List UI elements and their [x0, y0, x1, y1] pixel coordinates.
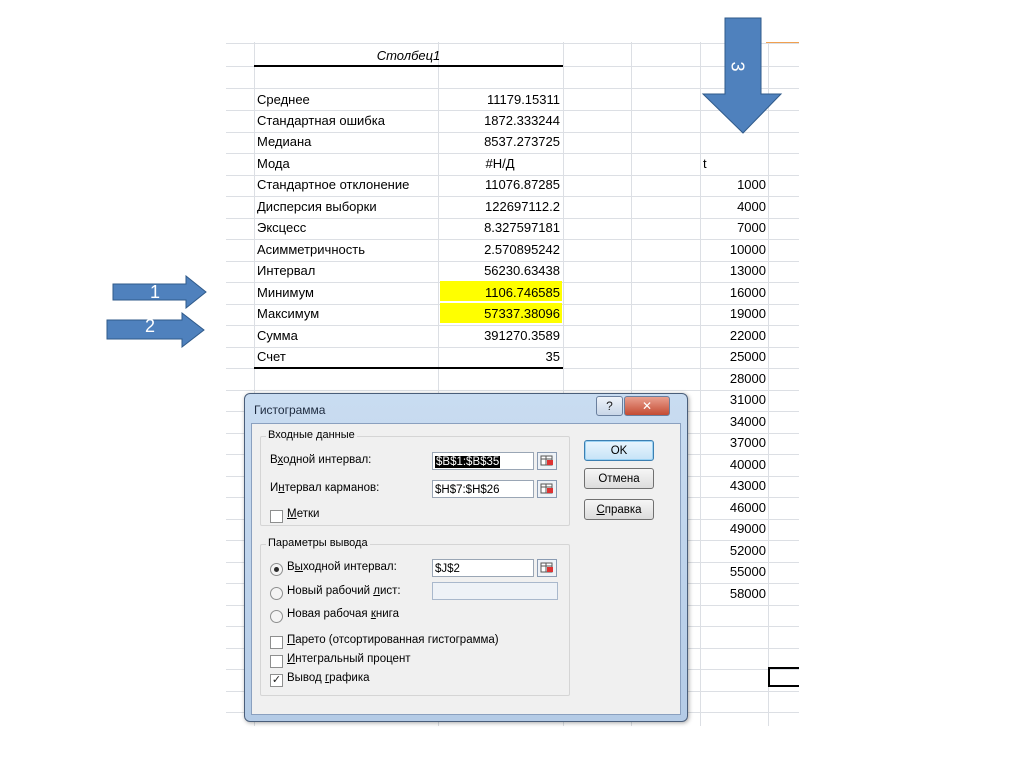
stat-value-min[interactable]: 1106.746585	[440, 282, 560, 303]
bin-cell[interactable]: 10000	[700, 239, 766, 260]
stat-label-mean[interactable]: Среднее	[257, 89, 310, 110]
bin-cell[interactable]: 7000	[700, 217, 766, 238]
bin-range-picker-icon[interactable]	[537, 480, 557, 498]
stat-value-range[interactable]: 56230.63438	[440, 260, 560, 281]
cumulative-label: Интегральный процент	[287, 653, 411, 665]
arrow-2-icon	[106, 312, 205, 348]
bin-cell[interactable]: 22000	[700, 325, 766, 346]
stat-label-stderr[interactable]: Стандартная ошибка	[257, 110, 385, 131]
cumulative-checkbox[interactable]	[270, 655, 283, 668]
dialog-body: Входные данные Входной интервал: $B$1:$B…	[251, 423, 681, 715]
labels-checkbox[interactable]	[270, 510, 283, 523]
stat-value-skewness[interactable]: 2.570895242	[440, 239, 560, 260]
stat-value-median[interactable]: 8537.273725	[440, 131, 560, 152]
column-header-cell[interactable]: Столбец1	[254, 45, 563, 66]
input-range-label: Входной интервал:	[270, 454, 372, 466]
dialog-title: Гистограмма	[254, 403, 326, 417]
stat-label-sum[interactable]: Сумма	[257, 325, 298, 346]
stat-value-max[interactable]: 57337.38096	[440, 303, 560, 324]
bin-cell[interactable]: 52000	[700, 540, 766, 561]
input-range-picker-icon[interactable]	[537, 452, 557, 470]
stat-value-kurtosis[interactable]: 8.327597181	[440, 217, 560, 238]
arrow-3-label: 3	[727, 61, 748, 72]
stat-value-stderr[interactable]: 1872.333244	[440, 110, 560, 131]
gridline	[768, 42, 769, 726]
close-button[interactable]: ✕	[624, 396, 670, 416]
bin-range-field[interactable]: $H$7:$H$26	[432, 480, 534, 498]
bin-cell[interactable]: 16000	[700, 282, 766, 303]
bin-cell[interactable]: 55000	[700, 561, 766, 582]
output-range-radio[interactable]	[270, 563, 283, 576]
stat-value-sum[interactable]: 391270.3589	[440, 325, 560, 346]
stat-label-max[interactable]: Максимум	[257, 303, 319, 324]
bin-cell[interactable]: 58000	[700, 583, 766, 604]
pareto-checkbox[interactable]	[270, 636, 283, 649]
active-cell-outline	[768, 667, 799, 687]
bin-cell[interactable]: 34000	[700, 411, 766, 432]
bin-cell[interactable]: 43000	[700, 475, 766, 496]
input-range-field[interactable]: $B$1:$B$35	[432, 452, 534, 470]
radio-dot	[274, 567, 279, 572]
stat-label-kurtosis[interactable]: Эксцесс	[257, 217, 306, 238]
cancel-button[interactable]: Отмена	[584, 468, 654, 489]
bin-cell[interactable]: 49000	[700, 518, 766, 539]
output-group-title: Параметры вывода	[266, 537, 370, 549]
stat-label-mode[interactable]: Мода	[257, 153, 290, 174]
output-range-label: Выходной интервал:	[287, 561, 397, 573]
stat-value-stdev[interactable]: 11076.87285	[440, 174, 560, 195]
bin-range-label: Интервал карманов:	[270, 482, 380, 494]
bin-cell[interactable]: 28000	[700, 368, 766, 389]
help-button[interactable]: Справка	[584, 499, 654, 520]
chart-output-checkbox[interactable]: ✓	[270, 674, 283, 687]
stat-label-count[interactable]: Счет	[257, 346, 286, 367]
help-title-button[interactable]: ?	[596, 396, 623, 416]
bin-cell[interactable]: 25000	[700, 346, 766, 367]
stat-label-min[interactable]: Минимум	[257, 282, 314, 303]
labels-label: Метки	[287, 508, 320, 520]
new-book-radio[interactable]	[270, 610, 283, 623]
new-sheet-field[interactable]	[432, 582, 558, 600]
bin-cell[interactable]: 40000	[700, 454, 766, 475]
ok-button[interactable]: OK	[584, 440, 654, 461]
bin-cell[interactable]: 13000	[700, 260, 766, 281]
stat-label-skewness[interactable]: Асимметричность	[257, 239, 365, 260]
stat-value-count[interactable]: 35	[440, 346, 560, 367]
arrow-1-label: 1	[150, 282, 161, 302]
bins-header[interactable]: t	[703, 153, 707, 174]
output-range-field[interactable]: $J$2	[432, 559, 534, 577]
stat-value-mode[interactable]: #Н/Д	[440, 153, 560, 174]
new-sheet-radio[interactable]	[270, 587, 283, 600]
arrow-2-label: 2	[145, 316, 156, 336]
stat-label-median[interactable]: Медиана	[257, 131, 311, 152]
stat-value-variance[interactable]: 122697112.2	[440, 196, 560, 217]
output-range-picker-icon[interactable]	[537, 559, 557, 577]
stat-label-stdev[interactable]: Стандартное отклонение	[257, 174, 409, 195]
bin-cell[interactable]: 1000	[700, 174, 766, 195]
stat-value-mean[interactable]: 11179.15311	[440, 89, 560, 110]
bin-cell[interactable]: 31000	[700, 389, 766, 410]
stat-label-range[interactable]: Интервал	[257, 260, 315, 281]
table-bottom-border	[254, 367, 563, 369]
bin-cell[interactable]: 19000	[700, 303, 766, 324]
new-book-label: Новая рабочая книга	[287, 608, 399, 620]
pareto-label: Парето (отсортированная гистограмма)	[287, 634, 499, 646]
input-group-title: Входные данные	[266, 429, 357, 441]
new-sheet-label: Новый рабочий лист:	[287, 585, 401, 597]
bin-cell[interactable]: 4000	[700, 196, 766, 217]
bin-cell[interactable]: 46000	[700, 497, 766, 518]
stat-label-variance[interactable]: Дисперсия выборки	[257, 196, 377, 217]
bin-cell[interactable]: 37000	[700, 432, 766, 453]
arrow-3-icon	[701, 17, 783, 134]
header-border	[254, 65, 563, 67]
chart-output-label: Вывод графика	[287, 672, 370, 684]
histogram-dialog[interactable]: Гистограмма ? ✕ Входные данные Входной и…	[244, 393, 688, 722]
